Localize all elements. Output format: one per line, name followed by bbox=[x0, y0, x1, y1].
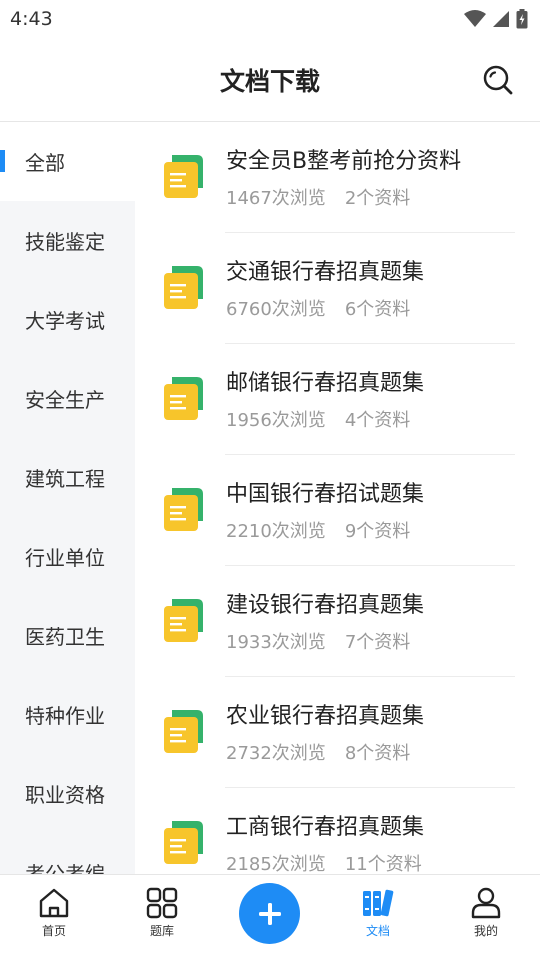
view-count: 6760次浏览 bbox=[226, 299, 326, 320]
sidebar-item-civil-service[interactable]: 考公考编 bbox=[0, 833, 135, 874]
page-title: 文档下载 bbox=[219, 66, 320, 96]
document-icon bbox=[164, 710, 203, 753]
view-count: 2210次浏览 bbox=[226, 521, 326, 542]
list-item[interactable]: 安全员B整考前抢分资料 1467次浏览 2个资料 bbox=[135, 122, 540, 233]
view-count: 1956次浏览 bbox=[226, 410, 326, 431]
document-list: 安全员B整考前抢分资料 1467次浏览 2个资料 交通银行春招真题集 6760次浏… bbox=[135, 122, 540, 874]
battery-icon bbox=[516, 9, 528, 29]
search-icon bbox=[483, 65, 513, 95]
document-icon bbox=[164, 155, 203, 198]
document-title: 中国银行春招试题集 bbox=[226, 482, 425, 507]
view-count: 2185次浏览 bbox=[226, 854, 326, 874]
sidebar-item-safety-production[interactable]: 安全生产 bbox=[0, 359, 135, 438]
sidebar-item-label: 行业单位 bbox=[25, 546, 105, 570]
category-sidebar: 全部 技能鉴定 大学考试 安全生产 建筑工程 行业单位 医药卫生 特种作业 职业… bbox=[0, 122, 135, 874]
status-icons bbox=[464, 9, 528, 29]
nav-question-bank[interactable]: 题库 bbox=[122, 887, 202, 939]
wifi-icon bbox=[464, 10, 486, 27]
document-title: 建设银行春招真题集 bbox=[226, 593, 425, 618]
document-icon bbox=[164, 821, 203, 864]
document-icon bbox=[164, 488, 203, 531]
view-count: 1467次浏览 bbox=[226, 188, 326, 209]
sidebar-item-medicine-health[interactable]: 医药卫生 bbox=[0, 596, 135, 675]
document-meta: 1933次浏览 7个资料 bbox=[226, 628, 410, 654]
sidebar-item-all[interactable]: 全部 bbox=[0, 122, 135, 201]
sidebar-item-label: 考公考编 bbox=[25, 862, 105, 874]
sidebar-item-label: 安全生产 bbox=[25, 388, 105, 412]
nav-label: 题库 bbox=[149, 924, 174, 938]
signal-icon bbox=[493, 11, 509, 27]
document-title: 农业银行春招真题集 bbox=[226, 704, 425, 729]
list-item[interactable]: 邮储银行春招真题集 1956次浏览 4个资料 bbox=[135, 344, 540, 455]
active-indicator bbox=[0, 150, 5, 172]
sidebar-item-construction[interactable]: 建筑工程 bbox=[0, 438, 135, 517]
plus-icon bbox=[258, 902, 281, 925]
sidebar-item-label: 医药卫生 bbox=[25, 625, 105, 649]
nav-label: 文档 bbox=[365, 924, 390, 938]
view-count: 1933次浏览 bbox=[226, 632, 326, 653]
view-count: 2732次浏览 bbox=[226, 743, 326, 764]
file-count: 8个资料 bbox=[344, 743, 411, 764]
document-title: 交通银行春招真题集 bbox=[226, 260, 425, 285]
document-icon bbox=[164, 599, 203, 642]
sidebar-item-label: 技能鉴定 bbox=[25, 230, 105, 254]
sidebar-item-university-exam[interactable]: 大学考试 bbox=[0, 280, 135, 359]
status-time: 4:43 bbox=[10, 8, 53, 30]
file-count: 6个资料 bbox=[344, 299, 411, 320]
list-item[interactable]: 建设银行春招真题集 1933次浏览 7个资料 bbox=[135, 566, 540, 677]
list-item[interactable]: 工商银行春招真题集 2185次浏览 11个资料 bbox=[135, 788, 540, 874]
document-meta: 2185次浏览 11个资料 bbox=[226, 850, 422, 874]
document-meta: 2732次浏览 8个资料 bbox=[226, 739, 410, 765]
nav-profile[interactable]: 我的 bbox=[446, 887, 526, 939]
sidebar-item-skill-appraisal[interactable]: 技能鉴定 bbox=[0, 201, 135, 280]
sidebar-item-special-operations[interactable]: 特种作业 bbox=[0, 675, 135, 754]
document-meta: 6760次浏览 6个资料 bbox=[226, 295, 410, 321]
list-item[interactable]: 交通银行春招真题集 6760次浏览 6个资料 bbox=[135, 233, 540, 344]
file-count: 7个资料 bbox=[344, 632, 411, 653]
grid-icon bbox=[146, 887, 178, 919]
file-count: 9个资料 bbox=[344, 521, 411, 542]
nav-documents[interactable]: 文档 bbox=[338, 887, 418, 939]
nav-home[interactable]: 首页 bbox=[14, 887, 94, 939]
list-item[interactable]: 农业银行春招真题集 2732次浏览 8个资料 bbox=[135, 677, 540, 788]
file-count: 11个资料 bbox=[344, 854, 422, 874]
sidebar-item-label: 全部 bbox=[25, 151, 65, 175]
sidebar-item-label: 特种作业 bbox=[25, 704, 105, 728]
document-meta: 1467次浏览 2个资料 bbox=[226, 184, 410, 210]
bottom-nav: 首页 题库 文档 我的 bbox=[0, 874, 540, 960]
document-icon bbox=[164, 266, 203, 309]
user-icon bbox=[471, 887, 501, 919]
search-button[interactable] bbox=[480, 62, 516, 98]
document-icon bbox=[164, 377, 203, 420]
sidebar-item-label: 大学考试 bbox=[25, 309, 105, 333]
home-icon bbox=[39, 888, 69, 918]
list-item[interactable]: 中国银行春招试题集 2210次浏览 9个资料 bbox=[135, 455, 540, 566]
document-meta: 1956次浏览 4个资料 bbox=[226, 406, 410, 432]
file-count: 2个资料 bbox=[344, 188, 411, 209]
document-title: 安全员B整考前抢分资料 bbox=[226, 149, 462, 174]
sidebar-item-industry-units[interactable]: 行业单位 bbox=[0, 517, 135, 596]
document-title: 工商银行春招真题集 bbox=[226, 815, 425, 840]
nav-label: 首页 bbox=[41, 924, 66, 938]
sidebar-item-label: 职业资格 bbox=[25, 783, 105, 807]
header: 文档下载 bbox=[0, 38, 540, 122]
status-bar: 4:43 bbox=[0, 0, 540, 38]
document-meta: 2210次浏览 9个资料 bbox=[226, 517, 410, 543]
sidebar-item-label: 建筑工程 bbox=[25, 467, 105, 491]
add-button[interactable] bbox=[239, 883, 300, 944]
file-count: 4个资料 bbox=[344, 410, 411, 431]
document-title: 邮储银行春招真题集 bbox=[226, 371, 425, 396]
sidebar-item-professional-qualification[interactable]: 职业资格 bbox=[0, 754, 135, 833]
books-icon bbox=[363, 889, 394, 917]
nav-label: 我的 bbox=[473, 924, 498, 938]
